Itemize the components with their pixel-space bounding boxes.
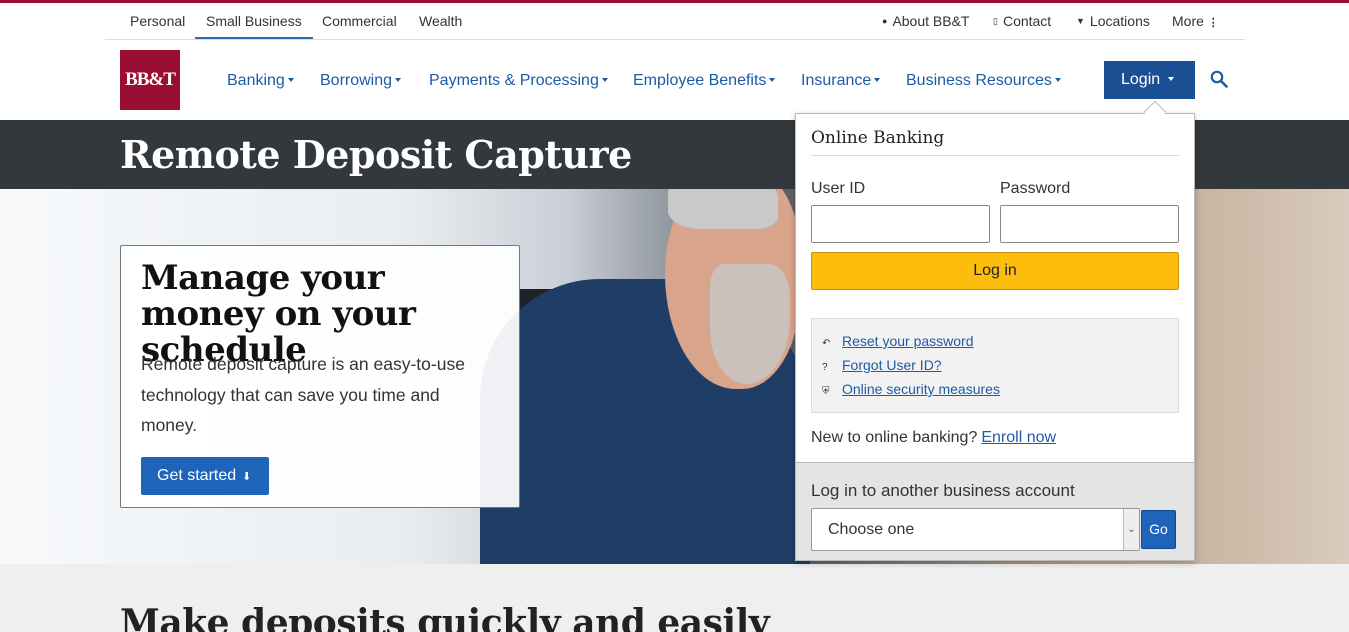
- locations-link[interactable]: ▼ Locations: [1076, 3, 1150, 39]
- contact-link[interactable]: ▯ Contact: [993, 3, 1051, 39]
- page-title: Remote Deposit Capture: [120, 132, 632, 177]
- more-link[interactable]: More ⋮: [1172, 3, 1219, 39]
- security-measures-row: ⛨ Online security measures: [822, 381, 1000, 397]
- person-icon: ●: [882, 16, 888, 26]
- refresh-icon: ↶: [822, 338, 831, 349]
- caret-down-icon: [395, 78, 402, 82]
- caret-down-icon: [874, 78, 881, 82]
- user-id-label: User ID: [811, 180, 866, 197]
- nav-payments[interactable]: Payments & Processing: [429, 70, 608, 92]
- enroll-now-link[interactable]: Enroll now: [981, 429, 1056, 446]
- arrow-down-icon: ⬇: [242, 471, 252, 483]
- go-button[interactable]: Go: [1141, 510, 1176, 549]
- caret-down-icon: [1168, 77, 1175, 81]
- locations-label: Locations: [1089, 13, 1150, 29]
- help-links-box: ↶ Reset your password ? Forgot User ID? ⛨ O…: [811, 318, 1179, 413]
- get-started-label: Get started: [157, 467, 237, 484]
- login-button[interactable]: Login: [1104, 61, 1195, 99]
- nav-insurance-label: Insurance: [801, 72, 872, 89]
- login-button-label: Login: [1121, 71, 1161, 88]
- nav-banking-label: Banking: [227, 72, 285, 89]
- section-heading: Make deposits quickly and easily: [120, 602, 770, 632]
- nav-employee-benefits-label: Employee Benefits: [633, 72, 767, 89]
- about-link[interactable]: ● About BB&T: [882, 3, 969, 39]
- chevron-down-icon: ⌄: [1123, 509, 1139, 550]
- pin-icon: ▼: [1076, 16, 1085, 26]
- hero-body: Remote deposit capture is an easy-to-use…: [141, 354, 465, 435]
- segment-personal[interactable]: Personal: [119, 3, 196, 39]
- search-icon[interactable]: [1210, 70, 1228, 88]
- shield-icon: ⛨: [822, 386, 830, 397]
- account-select-value: Choose one: [828, 521, 915, 538]
- forgot-user-id-row: ? Forgot User ID?: [822, 357, 942, 373]
- nav-business-resources[interactable]: Business Resources: [906, 70, 1061, 92]
- password-input[interactable]: [1000, 205, 1179, 243]
- login-dropdown: Online Banking User ID Password Log in ↶…: [795, 113, 1195, 561]
- segment-wealth[interactable]: Wealth: [408, 3, 473, 39]
- caret-down-icon: [601, 78, 608, 82]
- divider: [811, 155, 1179, 156]
- reset-password-link[interactable]: Reset your password: [842, 333, 974, 349]
- reset-password-row: ↶ Reset your password: [822, 333, 974, 349]
- account-select[interactable]: Choose one ⌄: [811, 508, 1140, 551]
- user-id-input[interactable]: [811, 205, 990, 243]
- question-icon: ?: [822, 362, 828, 373]
- utility-nav: Personal Small Business Commercial Wealt…: [105, 3, 1245, 40]
- nav-payments-label: Payments & Processing: [429, 72, 599, 89]
- nav-business-resources-label: Business Resources: [906, 72, 1052, 89]
- bbt-logo[interactable]: BB&T: [120, 50, 180, 110]
- dots-vertical-icon: ⋮: [1207, 17, 1219, 29]
- contact-label: Contact: [1002, 13, 1052, 29]
- caret-down-icon: [287, 78, 294, 82]
- more-label: More: [1172, 13, 1204, 29]
- hero-hair-shape: [668, 189, 778, 229]
- nav-insurance[interactable]: Insurance: [801, 70, 881, 92]
- about-label: About BB&T: [892, 13, 970, 29]
- enroll-row: New to online banking? Enroll now: [811, 429, 1056, 447]
- nav-employee-benefits[interactable]: Employee Benefits: [633, 70, 776, 92]
- log-in-button[interactable]: Log in: [811, 252, 1179, 290]
- get-started-button[interactable]: Get started ⬇: [141, 457, 269, 495]
- security-measures-link[interactable]: Online security measures: [842, 381, 1000, 397]
- enroll-prompt: New to online banking?: [811, 429, 978, 446]
- online-banking-title: Online Banking: [811, 128, 945, 148]
- phone-icon: ▯: [993, 16, 998, 26]
- another-account-label: Log in to another business account: [811, 481, 1075, 500]
- business-account-section: Log in to another business account Choos…: [796, 462, 1194, 560]
- forgot-user-id-link[interactable]: Forgot User ID?: [842, 357, 942, 373]
- nav-borrowing[interactable]: Borrowing: [320, 70, 402, 92]
- hero-card: Manage your money on your schedule Remot…: [120, 245, 520, 508]
- segment-small-business[interactable]: Small Business: [195, 3, 313, 39]
- nav-borrowing-label: Borrowing: [320, 72, 393, 89]
- nav-banking[interactable]: Banking: [227, 70, 294, 92]
- caret-down-icon: [769, 78, 776, 82]
- segment-commercial[interactable]: Commercial: [311, 3, 408, 39]
- caret-down-icon: [1054, 78, 1061, 82]
- password-label: Password: [1000, 180, 1071, 197]
